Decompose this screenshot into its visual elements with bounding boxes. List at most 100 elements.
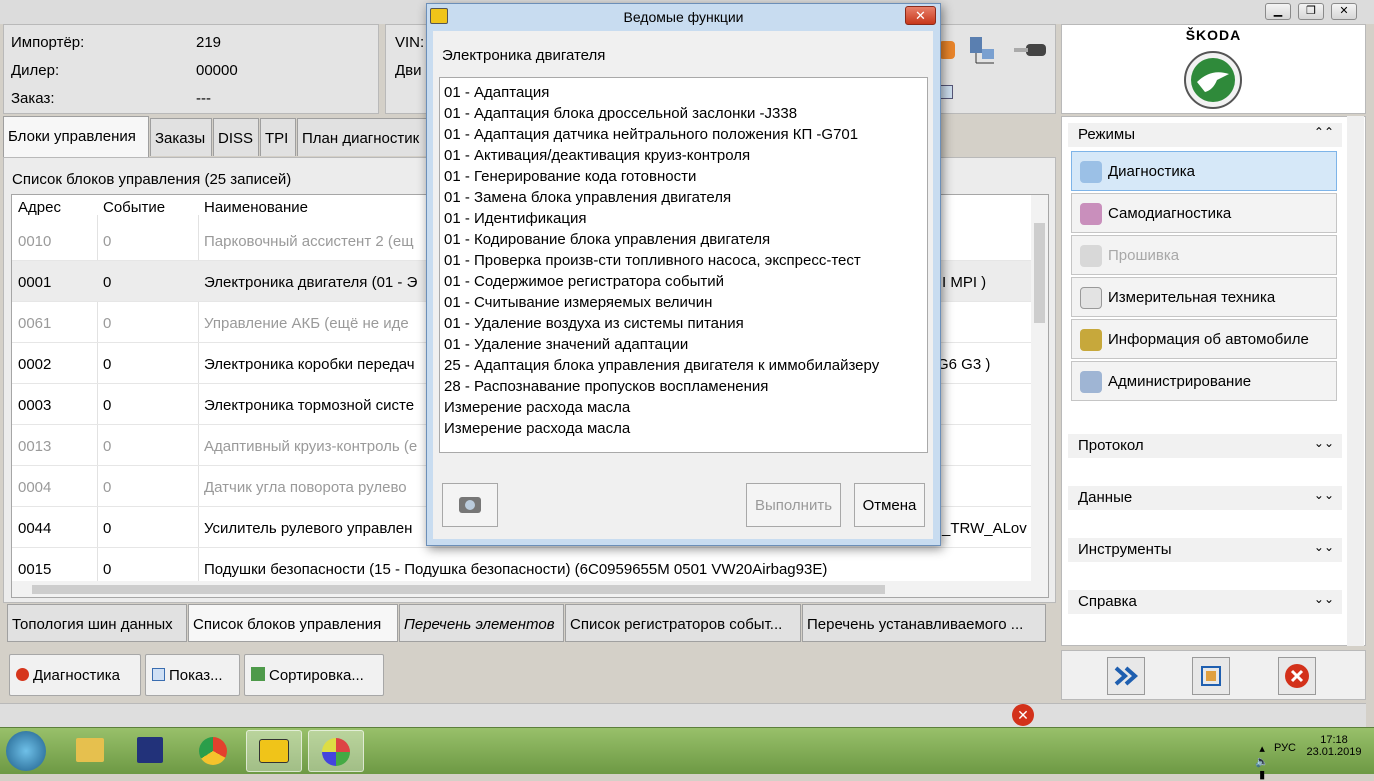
minimize-button[interactable]: ▁ (1265, 3, 1291, 20)
grid-icon[interactable] (939, 85, 953, 99)
tab-tpi[interactable]: TPI (260, 118, 296, 156)
vehicle-icon[interactable] (939, 41, 955, 59)
list-item[interactable]: 01 - Замена блока управления двигателя (444, 187, 923, 208)
vertical-scrollbar[interactable] (1031, 195, 1048, 583)
chrome-taskbar-icon[interactable] (184, 730, 240, 772)
tab-diss[interactable]: DISS (213, 118, 259, 156)
screenshot-button[interactable] (442, 483, 498, 527)
tab-control-units[interactable]: Блоки управления (3, 116, 149, 158)
tray-icons[interactable]: ▴ 🔈 ▮ (1255, 742, 1269, 781)
section-label: Инструменты (1078, 541, 1172, 558)
books-icon (1080, 329, 1102, 351)
tools-section-header[interactable]: Инструменты ⌄⌄ (1068, 538, 1342, 562)
exit-icon[interactable] (1278, 657, 1316, 695)
row-address: 0013 (18, 438, 52, 455)
tab-control-unit-list[interactable]: Список блоков управления (188, 604, 398, 642)
sort-button[interactable]: Сортировка... (244, 654, 384, 696)
tab-bus-topology[interactable]: Топология шин данных (7, 604, 187, 642)
clock[interactable]: 17:18 23.01.2019 (1304, 734, 1364, 758)
importer-value: 219 (196, 34, 222, 51)
save-taskbar-icon[interactable] (122, 730, 178, 772)
flash-icon (1080, 245, 1102, 267)
fit-window-icon[interactable] (1192, 657, 1230, 695)
column-header-event[interactable]: Событие (103, 199, 165, 216)
list-item[interactable]: 01 - Удаление значений адаптации (444, 334, 923, 355)
help-section-header[interactable]: Справка ⌄⌄ (1068, 590, 1342, 614)
mode-flashing[interactable]: Прошивка (1071, 235, 1337, 275)
list-item[interactable]: 01 - Адаптация датчика нейтрального поло… (444, 124, 923, 145)
forward-icon[interactable] (1107, 657, 1145, 695)
mode-self-diagnostics[interactable]: Самодиагностика (1071, 193, 1337, 233)
list-item[interactable]: 01 - Содержимое регистратора событий (444, 271, 923, 292)
brand-logo-panel: ŠKODA (1061, 24, 1366, 114)
close-window-button[interactable]: ✕ (1331, 3, 1357, 20)
list-item[interactable]: 01 - Адаптация блока дроссельной заслонк… (444, 103, 923, 124)
row-address: 0004 (18, 479, 52, 496)
list-item[interactable]: 01 - Идентификация (444, 208, 923, 229)
show-button[interactable]: Показ... (145, 654, 240, 696)
start-button[interactable] (6, 731, 46, 771)
importer-label: Импортёр: (11, 34, 85, 51)
order-info-panel: Импортёр: 219 Дилер: 00000 Заказ: --- (3, 24, 379, 114)
dialog-close-button[interactable]: ✕ (905, 6, 936, 25)
list-item[interactable]: 01 - Активация/деактивация круиз-контрол… (444, 145, 923, 166)
row-name: Электроника тормозной систе (204, 397, 415, 414)
list-item[interactable]: 01 - Считывание измеряемых величин (444, 292, 923, 313)
tab-diagnostic-plan[interactable]: План диагностик (297, 118, 427, 156)
cancel-button[interactable]: Отмена (854, 483, 925, 527)
list-item[interactable]: 01 - Проверка произв-сти топливного насо… (444, 250, 923, 271)
scroll-thumb[interactable] (1034, 223, 1045, 323)
mode-vehicle-info[interactable]: Информация об автомобиле (1071, 319, 1337, 359)
list-item[interactable]: 01 - Удаление воздуха из системы питания (444, 313, 923, 334)
row-address: 0044 (18, 520, 52, 537)
paint-taskbar-icon[interactable] (308, 730, 364, 772)
dialog-title: Ведомые функции (623, 9, 744, 25)
tab-event-recorder-list[interactable]: Список регистраторов событ... (565, 604, 801, 642)
gauge-icon (1080, 287, 1102, 309)
expand-icon: ⌄⌄ (1313, 436, 1334, 450)
self-diagnostics-icon (1080, 203, 1102, 225)
sort-button-label: Сортировка... (269, 667, 364, 684)
diagnostics-button[interactable]: Диагностика (9, 654, 141, 696)
modes-title: Режимы (1078, 126, 1136, 143)
mode-administration[interactable]: Администрирование (1071, 361, 1337, 401)
engine-label: Дви (395, 62, 422, 79)
gear-icon (1080, 371, 1102, 393)
explorer-taskbar-icon[interactable] (62, 730, 118, 772)
data-section-header[interactable]: Данные ⌄⌄ (1068, 486, 1342, 510)
list-item[interactable]: 01 - Кодирование блока управления двигат… (444, 229, 923, 250)
tab-installation-list[interactable]: Перечень устанавливаемого ... (802, 604, 1046, 642)
vin-label: VIN: (395, 34, 425, 51)
network-icon[interactable] (968, 35, 998, 67)
protocol-section-header[interactable]: Протокол ⌄⌄ (1068, 434, 1342, 458)
mode-measurement[interactable]: Измерительная техника (1071, 277, 1337, 317)
key-icon[interactable] (1012, 39, 1048, 61)
list-item[interactable]: 01 - Адаптация (444, 82, 923, 103)
execute-button[interactable]: Выполнить (746, 483, 841, 527)
list-item[interactable]: 01 - Генерирование кода готовности (444, 166, 923, 187)
horizontal-scrollbar[interactable] (12, 581, 1048, 597)
error-status-icon[interactable]: ✕ (1012, 704, 1034, 726)
mode-label: Прошивка (1108, 247, 1180, 264)
row-address: 0061 (18, 315, 52, 332)
odis-taskbar-icon[interactable] (246, 730, 302, 772)
maximize-button[interactable]: ❐ (1298, 3, 1324, 20)
show-button-label: Показ... (169, 667, 223, 684)
tab-element-list[interactable]: Перечень элементов (399, 604, 564, 642)
column-header-name[interactable]: Наименование (204, 199, 308, 216)
hscroll-thumb[interactable] (32, 585, 885, 594)
row-event: 0 (103, 479, 112, 496)
language-indicator[interactable]: РУС (1274, 742, 1296, 754)
right-scrollbar[interactable] (1347, 116, 1364, 646)
list-item[interactable]: 25 - Адаптация блока управления двигател… (444, 355, 923, 376)
column-header-address[interactable]: Адрес (18, 199, 61, 216)
modes-section-header[interactable]: Режимы ⌃⌃ (1068, 123, 1342, 147)
functions-list[interactable]: 01 - Адаптация 01 - Адаптация блока дрос… (439, 77, 928, 453)
mode-diagnostics[interactable]: Диагностика (1071, 151, 1337, 191)
tab-orders[interactable]: Заказы (150, 118, 212, 156)
windows-taskbar: ▴ 🔈 ▮ РУС 17:18 23.01.2019 (0, 727, 1374, 781)
list-item[interactable]: Измерение расхода масла (444, 418, 923, 439)
row-name: Управление АКБ (ещё не иде (204, 315, 409, 332)
list-item[interactable]: 28 - Распознавание пропусков воспламенен… (444, 376, 923, 397)
list-item[interactable]: Измерение расхода масла (444, 397, 923, 418)
